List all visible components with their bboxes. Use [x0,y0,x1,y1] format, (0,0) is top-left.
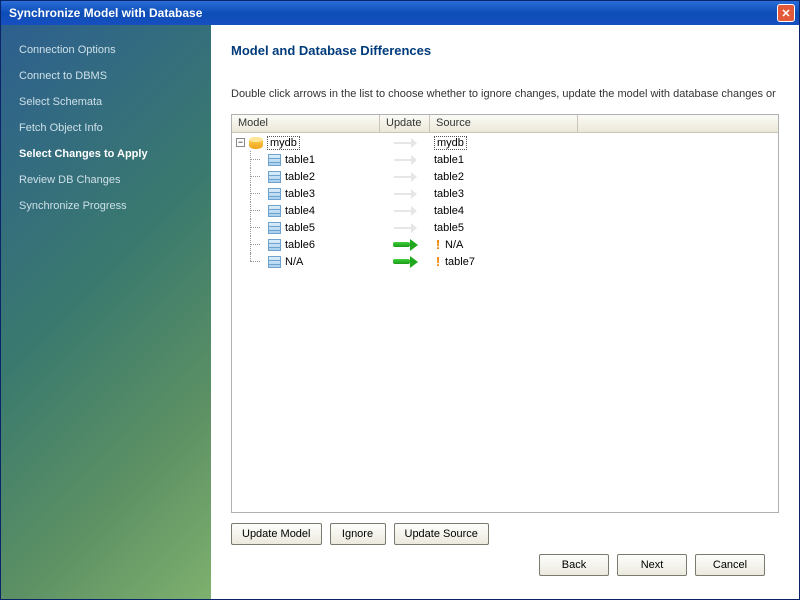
column-header-model[interactable]: Model [232,115,380,132]
tree-connector-icon [246,168,266,185]
row-model-label: table2 [285,171,315,183]
tree-row[interactable]: table2 table2 [232,168,778,185]
row-source-label: table5 [434,222,464,234]
action-button-row: Update Model Ignore Update Source [231,523,779,545]
tree-row[interactable]: table1 table1 [232,151,778,168]
tree-connector-icon [246,236,266,253]
sidebar-item-review-db-changes[interactable]: Review DB Changes [1,167,211,193]
row-model-label: table1 [285,154,315,166]
sidebar-item-select-changes[interactable]: Select Changes to Apply [1,141,211,167]
root-source-label: mydb [434,136,467,150]
collapse-icon[interactable]: − [236,138,245,147]
root-model-label: mydb [267,136,300,150]
sidebar-item-connection-options[interactable]: Connection Options [1,37,211,63]
ignore-button[interactable]: Ignore [330,523,386,545]
tree-row[interactable]: table3 table3 [232,185,778,202]
tree-connector-icon [246,219,266,236]
table-icon [268,154,281,166]
tree-header: Model Update Source [232,115,778,133]
sync-arrow-icon[interactable] [391,223,419,233]
wizard-steps-sidebar: Connection Options Connect to DBMS Selec… [1,25,211,599]
table-icon [268,256,281,268]
table-icon [268,222,281,234]
window-body: Connection Options Connect to DBMS Selec… [1,25,799,599]
tree-row[interactable]: N/A!table7 [232,253,778,270]
row-source-label: table3 [434,188,464,200]
wizard-footer: Back Next Cancel [231,545,779,585]
column-header-spacer [578,115,778,132]
tree-connector-icon [246,253,266,270]
page-description: Double click arrows in the list to choos… [231,88,779,100]
tree-body: − mydb mydb table1table1table2table2tabl… [232,133,778,512]
page-heading: Model and Database Differences [231,43,779,58]
sync-arrow-green-icon[interactable] [391,256,419,268]
table-icon [268,205,281,217]
column-header-update[interactable]: Update [380,115,430,132]
table-icon [268,239,281,251]
sync-arrow-icon[interactable] [391,189,419,199]
update-model-button[interactable]: Update Model [231,523,322,545]
sync-arrow-green-icon[interactable] [391,239,419,251]
row-source-label: N/A [445,239,463,251]
table-icon [268,188,281,200]
next-button[interactable]: Next [617,554,687,576]
tree-row[interactable]: table6!N/A [232,236,778,253]
cancel-button[interactable]: Cancel [695,554,765,576]
row-source-label: table7 [445,256,475,268]
table-icon [268,171,281,183]
sync-arrow-icon[interactable] [391,172,419,182]
tree-connector-icon [246,185,266,202]
sidebar-item-fetch-object-info[interactable]: Fetch Object Info [1,115,211,141]
tree-connector-icon [246,202,266,219]
row-model-label: table6 [285,239,315,251]
sidebar-item-select-schemata[interactable]: Select Schemata [1,89,211,115]
sync-arrow-icon[interactable] [391,138,419,148]
differences-tree[interactable]: Model Update Source − mydb [231,114,779,513]
row-model-label: table4 [285,205,315,217]
close-icon[interactable]: ✕ [777,4,795,22]
wizard-window: Synchronize Model with Database ✕ Connec… [0,0,800,600]
row-model-label: table3 [285,188,315,200]
tree-row[interactable]: table4 table4 [232,202,778,219]
tree-row[interactable]: table5 table5 [232,219,778,236]
sidebar-item-connect-dbms[interactable]: Connect to DBMS [1,63,211,89]
row-source-label: table1 [434,154,464,166]
sync-arrow-icon[interactable] [391,206,419,216]
tree-root-row[interactable]: − mydb mydb [232,134,778,151]
row-source-label: table4 [434,205,464,217]
window-title: Synchronize Model with Database [9,6,777,20]
main-panel: Model and Database Differences Double cl… [211,25,799,599]
database-icon [249,137,263,149]
warning-icon: ! [434,254,442,269]
row-source-label: table2 [434,171,464,183]
column-header-source[interactable]: Source [430,115,578,132]
sidebar-item-synchronize-progress[interactable]: Synchronize Progress [1,193,211,219]
row-model-label: N/A [285,256,303,268]
back-button[interactable]: Back [539,554,609,576]
row-model-label: table5 [285,222,315,234]
sync-arrow-icon[interactable] [391,155,419,165]
tree-connector-icon [246,151,266,168]
warning-icon: ! [434,237,442,252]
update-source-button[interactable]: Update Source [394,523,489,545]
titlebar[interactable]: Synchronize Model with Database ✕ [1,1,799,25]
